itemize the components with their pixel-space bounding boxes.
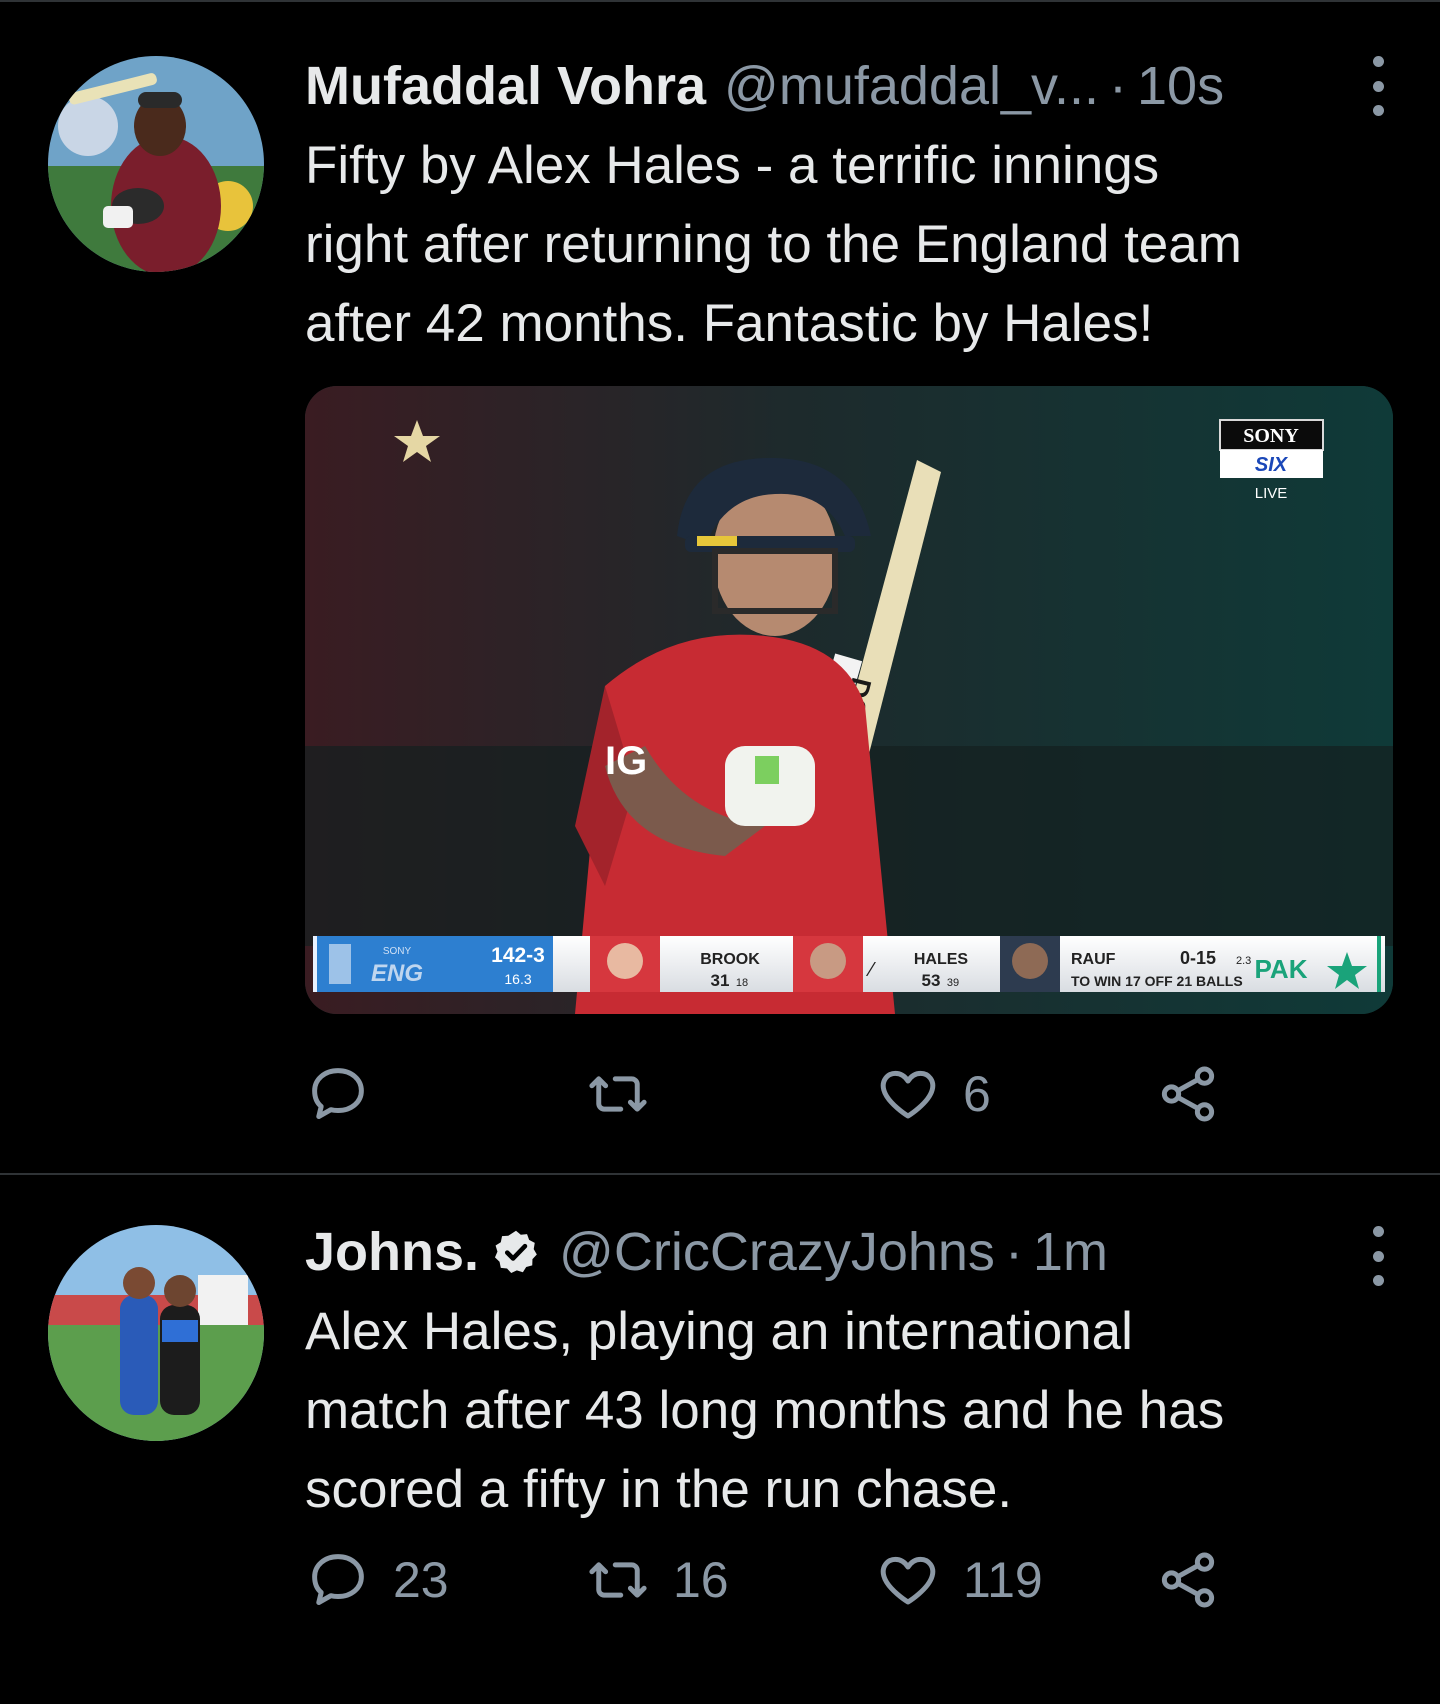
scorebar-team-code: ENG bbox=[371, 960, 423, 987]
shirt-sponsor: IG bbox=[605, 739, 647, 783]
tweet-text: Alex Hales, playing an international mat… bbox=[305, 1302, 1225, 1519]
reply-count: 23 bbox=[393, 1552, 449, 1608]
tweet-header: Johns. @CricCrazyJohns · 1m bbox=[305, 1220, 1330, 1284]
author-handle[interactable]: @CricCrazyJohns bbox=[559, 1220, 995, 1284]
author-handle[interactable]: @mufaddal_v... bbox=[724, 54, 1099, 118]
hales-headshot bbox=[810, 943, 846, 979]
scorebar-team-brand: SONY bbox=[383, 946, 412, 957]
avatar[interactable] bbox=[48, 1225, 264, 1441]
author-name[interactable]: Mufaddal Vohra bbox=[305, 54, 706, 118]
like-count: 6 bbox=[963, 1066, 991, 1122]
tweet-header: Mufaddal Vohra @mufaddal_v... · 10s bbox=[305, 54, 1330, 118]
like-button[interactable]: 119 bbox=[875, 1540, 1043, 1620]
retweet-button[interactable]: 16 bbox=[585, 1540, 729, 1620]
broadcast-frame: SONY SIX LIVE DSC bbox=[305, 386, 1393, 1014]
separator-dot: · bbox=[1109, 56, 1128, 116]
broadcaster-brand: SONY bbox=[1243, 425, 1299, 447]
retweet-arrows-icon bbox=[589, 1562, 647, 1598]
tweet-media-image[interactable]: SONY SIX LIVE DSC bbox=[305, 386, 1393, 1014]
opponent-code: PAK bbox=[1255, 954, 1308, 984]
bowler-name: RAUF bbox=[1071, 951, 1116, 968]
speech-bubble-icon bbox=[312, 1068, 364, 1120]
timeline: Mufaddal Vohra @mufaddal_v... · 10s Fift… bbox=[0, 0, 1440, 1704]
batter-2-runs: 53 bbox=[922, 971, 941, 990]
tweet-actions: 6 bbox=[305, 1054, 1285, 1134]
speech-bubble-icon bbox=[312, 1554, 364, 1606]
tweet-text: Fifty by Alex Hales - a terrific innings… bbox=[305, 136, 1242, 353]
bowler-figures: 0-15 bbox=[1180, 948, 1216, 968]
scorebar-overs: 16.3 bbox=[504, 971, 531, 987]
avatar-image bbox=[48, 1225, 264, 1441]
batter-2-balls: 39 bbox=[947, 977, 959, 989]
tweet-timestamp[interactable]: 10s bbox=[1137, 54, 1224, 118]
retweet-arrows-icon bbox=[589, 1076, 647, 1112]
reply-button[interactable]: 23 bbox=[305, 1540, 449, 1620]
tweet-johns[interactable]: Johns. @CricCrazyJohns · 1m Alex Hales, … bbox=[0, 1175, 1440, 1704]
share-button[interactable] bbox=[1155, 1054, 1221, 1134]
more-options-icon[interactable] bbox=[1368, 56, 1388, 116]
rauf-headshot bbox=[1012, 943, 1048, 979]
avatar-image bbox=[48, 56, 264, 272]
more-options-icon[interactable] bbox=[1368, 1226, 1388, 1286]
tweet-mufaddal[interactable]: Mufaddal Vohra @mufaddal_v... · 10s Fift… bbox=[0, 0, 1440, 1175]
scorebar-score: 142-3 bbox=[491, 944, 545, 967]
batter-2-name: HALES bbox=[914, 951, 969, 968]
like-button[interactable]: 6 bbox=[875, 1054, 991, 1134]
batter-1-balls: 18 bbox=[736, 977, 748, 989]
retweet-button[interactable] bbox=[585, 1054, 673, 1134]
brook-headshot bbox=[607, 943, 643, 979]
avatar[interactable] bbox=[48, 56, 264, 272]
author-name[interactable]: Johns. bbox=[305, 1220, 479, 1284]
share-nodes-icon bbox=[1161, 1552, 1215, 1608]
share-nodes-icon bbox=[1161, 1066, 1215, 1122]
broadcaster-status: LIVE bbox=[1255, 485, 1288, 502]
verified-badge-icon bbox=[491, 1227, 541, 1277]
bowler-overs: 2.3 bbox=[1236, 955, 1251, 967]
batter-1-name: BROOK bbox=[700, 951, 760, 968]
reply-button[interactable] bbox=[305, 1054, 393, 1134]
heart-outline-icon bbox=[880, 1556, 936, 1605]
tweet-timestamp[interactable]: 1m bbox=[1033, 1220, 1108, 1284]
like-count: 119 bbox=[963, 1552, 1043, 1608]
share-button[interactable] bbox=[1155, 1540, 1221, 1620]
separator-dot: · bbox=[1004, 1222, 1023, 1282]
scorebar: SONY ENG 142-3 16.3 BROOK 31 18 ⁄ HALES … bbox=[313, 936, 1385, 992]
target-text: TO WIN 17 OFF 21 BALLS bbox=[1071, 973, 1243, 989]
heart-outline-icon bbox=[880, 1070, 936, 1119]
broadcaster-channel: SIX bbox=[1255, 454, 1289, 476]
batter-1-runs: 31 bbox=[711, 971, 730, 990]
tweet-actions: 23 16 119 bbox=[305, 1540, 1285, 1620]
retweet-count: 16 bbox=[673, 1552, 729, 1608]
